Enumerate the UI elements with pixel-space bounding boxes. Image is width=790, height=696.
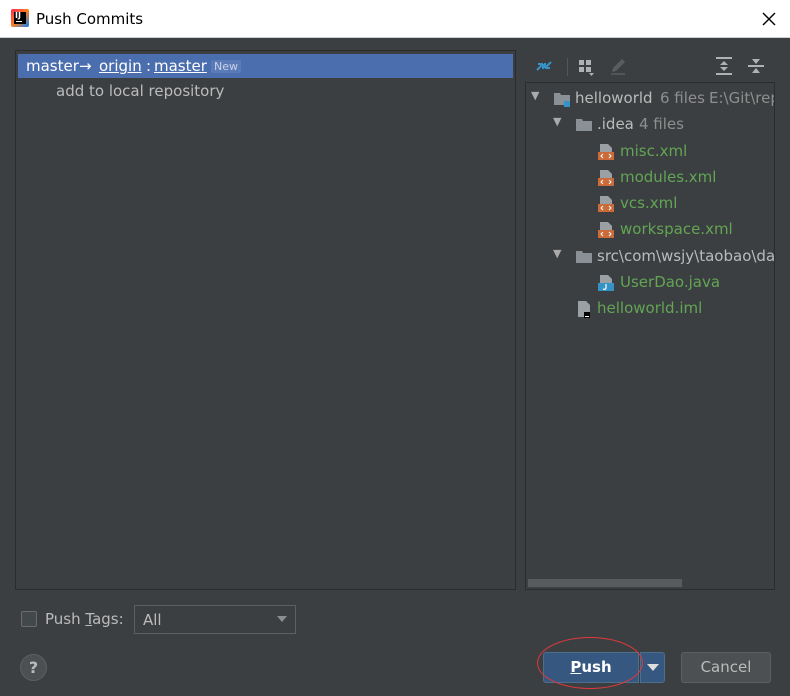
close-icon[interactable]	[758, 8, 780, 30]
expanded-arrow-icon[interactable]: ▼	[553, 115, 565, 129]
tree-node-src[interactable]: ▼ src\com\wsjy\taobao\da	[526, 245, 775, 269]
toolbar-separator	[567, 58, 568, 76]
idea-folder-name: .idea	[597, 115, 634, 133]
root-path: E:\Git\rep	[709, 89, 775, 107]
file-row[interactable]: modules.xml	[526, 166, 774, 190]
file-name: misc.xml	[620, 142, 688, 160]
commit-item[interactable]: add to local repository	[56, 82, 224, 100]
edit-icon	[611, 59, 625, 75]
xml-file-icon	[598, 196, 614, 212]
title-bar: IJ Push Commits	[0, 0, 790, 38]
xml-file-icon	[598, 222, 614, 238]
intellij-app-icon: IJ	[11, 9, 29, 27]
push-tags-checkbox[interactable]	[21, 611, 37, 627]
new-branch-badge: New	[211, 60, 241, 73]
folder-icon	[576, 119, 592, 131]
remote-link[interactable]: origin	[99, 57, 142, 75]
file-name: UserDao.java	[620, 273, 721, 291]
remote-branch-link[interactable]: master	[154, 57, 207, 75]
file-row[interactable]: helloworld.iml	[526, 297, 774, 321]
push-tags-label: Push Tags:	[45, 610, 124, 628]
chevron-down-icon	[647, 664, 659, 671]
tree-node-idea[interactable]: ▼ .idea 4 files	[526, 113, 774, 137]
changes-toolbar	[527, 50, 775, 82]
tree-node-root[interactable]: ▼ helloworld 6 files E:\Git\rep	[526, 87, 775, 111]
src-folder-name: src\com\wsjy\taobao\da	[597, 247, 775, 265]
push-commits-tree: master → origin : master New add to loca…	[15, 50, 516, 590]
root-count: 6 files	[660, 89, 705, 107]
folder-icon	[576, 251, 592, 263]
root-name: helloworld	[575, 89, 653, 107]
expanded-arrow-icon[interactable]: ▼	[553, 247, 565, 261]
help-button[interactable]: ?	[20, 654, 47, 681]
expanded-arrow-icon[interactable]: ▼	[531, 89, 543, 103]
chevron-down-icon	[277, 616, 287, 622]
idea-folder-count: 4 files	[639, 115, 684, 133]
tags-dropdown-value: All	[143, 611, 162, 629]
changed-files-tree: ▼ helloworld 6 files E:\Git\rep ▼ .idea …	[525, 82, 775, 590]
expand-diff-icon[interactable]	[533, 55, 555, 77]
file-row[interactable]: UserDao.java	[526, 271, 774, 295]
file-name: vcs.xml	[620, 194, 678, 212]
branch-separator: :	[146, 57, 152, 75]
cancel-button[interactable]: Cancel	[681, 652, 771, 683]
collapse-all-icon[interactable]	[745, 55, 767, 77]
file-name: helloworld.iml	[597, 299, 703, 317]
local-branch-label: master	[26, 57, 79, 75]
window-title: Push Commits	[36, 10, 144, 28]
java-file-icon	[598, 275, 614, 291]
branch-row[interactable]: master → origin : master New	[18, 54, 513, 78]
file-name: modules.xml	[620, 168, 717, 186]
file-name: workspace.xml	[620, 220, 733, 238]
push-button[interactable]: Push	[543, 652, 639, 683]
iml-file-icon	[578, 301, 590, 318]
arrow-icon: →	[79, 57, 92, 75]
push-options-dropdown[interactable]	[640, 652, 665, 683]
group-by-icon[interactable]	[575, 55, 597, 77]
file-row[interactable]: misc.xml	[526, 140, 774, 164]
expand-all-icon[interactable]	[713, 55, 735, 77]
file-row[interactable]: vcs.xml	[526, 192, 774, 216]
file-row[interactable]: workspace.xml	[526, 218, 774, 242]
xml-file-icon	[598, 170, 614, 186]
horizontal-scrollbar[interactable]	[528, 579, 682, 587]
module-folder-icon	[554, 93, 570, 107]
tags-dropdown[interactable]: All	[134, 605, 296, 634]
xml-file-icon	[598, 144, 614, 160]
